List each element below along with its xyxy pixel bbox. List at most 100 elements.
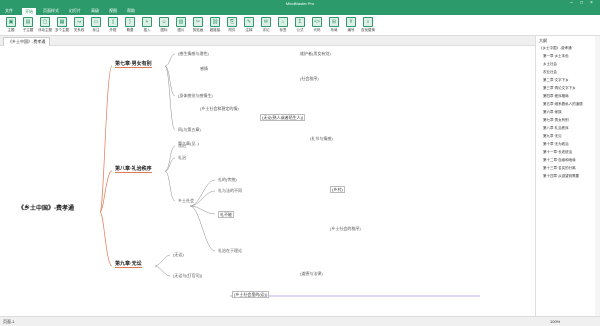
ribbon-button[interactable]: ▨ 图片 [173, 17, 189, 33]
outline-item[interactable]: 农业社会 [543, 70, 557, 75]
ch7-item-5[interactable]: (乡土社会和稳定的情) [200, 106, 239, 111]
ribbon-icon: } [125, 17, 135, 27]
ribbon-button[interactable]: ⌕ 查找替换 [360, 17, 376, 33]
ribbon-button[interactable]: ▤ 子主题 [20, 17, 36, 33]
menu-page-style[interactable]: 页面样式 [40, 8, 62, 14]
note-2[interactable]: (社会秩序) [300, 76, 319, 81]
ribbon-icon: ✎ [244, 17, 254, 27]
ribbon-icon: ⊞ [329, 17, 339, 27]
outline-item[interactable]: 第一章·乡土本色 [543, 54, 569, 59]
outline-item[interactable]: 第十三章·名实的分离 [543, 166, 576, 171]
ribbon-button[interactable]: + 插入 [139, 17, 155, 33]
zoom-level[interactable]: 100% [550, 319, 560, 324]
ch7-item-3[interactable]: 同(与第五章) [178, 127, 201, 132]
menu-start[interactable]: 开始 [22, 8, 36, 15]
ch7-item-2[interactable]: (身体感觉与感情生) [178, 93, 213, 98]
outline-item[interactable]: 《乡土中国》-费孝通 [539, 46, 572, 51]
ribbon-label: 评论 [262, 28, 270, 32]
note-6[interactable]: (道德与法律) [300, 271, 323, 276]
ch9-item-2[interactable]: (无讼与(打官司)) [173, 273, 202, 278]
ribbon-button[interactable]: ⎘ 附件 [224, 17, 240, 33]
ribbon-label: 标签 [279, 28, 287, 32]
ribbon-icon: ⌕ [363, 17, 373, 27]
outline-item[interactable]: 第六章·家族 [543, 110, 562, 115]
ribbon-button[interactable]: <> 代码 [309, 17, 325, 33]
mindmap-canvas[interactable]: 《乡土中国》-费孝通 第七章·男女有别 第八章·礼治秩序 第九章·无讼 (感生情… [0, 46, 535, 316]
ch9-item-1[interactable]: (无讼) [173, 252, 184, 257]
minimize-icon[interactable]: – [570, 0, 573, 6]
chapter-8-topic[interactable]: 第八章·礼治秩序 [115, 167, 152, 173]
menu-help[interactable]: 帮助 [124, 8, 138, 14]
document-tab-bar: 《乡土中国》-费孝通 [0, 36, 535, 46]
outline-item[interactable]: 第七章·男女有别 [543, 118, 569, 123]
ribbon-button[interactable]: ☺ 图标 [156, 17, 172, 33]
outline-item[interactable]: 乡土社会 [543, 62, 557, 67]
ribbon-icon: + [142, 17, 152, 27]
ribbon-label: 多个主题 [55, 28, 69, 32]
ribbon-button[interactable]: ▢ 浮动主题 [37, 17, 53, 33]
ch8-item-2[interactable]: 礼治 [178, 155, 186, 160]
menu-view[interactable]: 视图 [106, 8, 120, 14]
maximize-icon[interactable]: □ [580, 0, 583, 6]
ribbon-button[interactable]: ⊞ 布局 [326, 17, 342, 33]
outline-item[interactable]: 第三章·再论文字下乡 [543, 86, 576, 91]
menu-slides[interactable]: 幻灯片 [66, 8, 84, 14]
outline-item[interactable]: 第九章·无讼 [543, 134, 562, 139]
ribbon-icon: Σ [295, 17, 305, 27]
ch8-item-7[interactable]: 礼治在于理论 [218, 248, 242, 253]
ribbon-label: 附件 [228, 28, 236, 32]
ribbon-button[interactable]: } 概要 [122, 17, 138, 33]
ribbon-button[interactable]: # 编号 [343, 17, 359, 33]
ribbon-button[interactable]: ↝ 关系线 [71, 17, 87, 33]
note-1[interactable]: 维护者(男女有别) [300, 51, 331, 56]
ch7-item-4[interactable]: 感情 [200, 66, 208, 71]
chapter-7-topic[interactable]: 第七章·男女有别 [115, 62, 152, 68]
window-title: MindMaster Pro [285, 1, 315, 6]
ch7-item-1[interactable]: (感生情感与理性) [178, 51, 209, 56]
ribbon-label: 代码 [313, 28, 321, 32]
ribbon-button[interactable]: ⌂ 标签 [275, 17, 291, 33]
note-5[interactable]: (乡土社会的秩序) [330, 226, 361, 231]
ribbon-icon: ⎘ [227, 17, 237, 27]
outline-item[interactable]: 第十章·无为政治 [543, 142, 569, 147]
ribbon-button[interactable]: ✂ 剪贴画 [190, 17, 206, 33]
page-indicator[interactable]: 页面-1 [3, 319, 15, 325]
ribbon-button[interactable]: ▣ 主题 [3, 17, 19, 33]
ribbon-icon: ✉ [261, 17, 271, 27]
ribbon-button[interactable]: ▦ 多个主题 [54, 17, 70, 33]
chapter-9-topic[interactable]: 第九章·无讼 [115, 262, 142, 268]
root-topic[interactable]: 《乡土中国》-费孝通 [18, 206, 74, 212]
ch7-item-6[interactable]: (无论(熟人或者陌生人)) [260, 114, 306, 121]
ribbon-button[interactable]: ✉ 评论 [258, 17, 274, 33]
ribbon-icon: ▭ [91, 17, 101, 27]
close-icon[interactable]: × [590, 0, 593, 6]
ribbon-label: 布局 [330, 28, 338, 32]
note-4[interactable]: (乡村) [330, 186, 345, 193]
ribbon-button[interactable]: ▯ 外框 [105, 17, 121, 33]
ribbon-button[interactable]: Σ 公式 [292, 17, 308, 33]
outline-item[interactable]: 第十二章·血缘和地缘 [543, 158, 576, 163]
ch8-item-1[interactable]: 法治 [178, 143, 186, 148]
ribbon-toolbar: ▣ 主题 ▤ 子主题 ▢ 浮动主题 ▦ 多个主题 ↝ 关系线 ▭ 标注 ▯ 外框} 概要 + 插入 ☺ 图标 ▨ 图片 ✂… [0, 15, 600, 36]
outline-item[interactable]: 第八章·礼治秩序 [543, 126, 569, 131]
document-tab[interactable]: 《乡土中国》-费孝通 [3, 37, 51, 46]
menu-advanced[interactable]: 高级 [88, 8, 102, 14]
ribbon-label: 图片 [177, 28, 185, 32]
ch8-item-3[interactable]: 乡土社会 [178, 198, 194, 203]
ch8-item-5[interactable]: 礼与法的不同 [218, 188, 242, 193]
ch9-item-3[interactable]: (乡土社会里的(讼)) [232, 291, 270, 298]
ribbon-label: 查找替换 [361, 28, 375, 32]
menu-file[interactable]: 文件 [2, 8, 16, 14]
ribbon-button[interactable]: ▭ 标注 [88, 17, 104, 33]
ch8-item-6[interactable]: 礼不能 [218, 211, 234, 218]
outline-item[interactable]: 第四章·差序格局 [543, 94, 569, 99]
outline-item[interactable]: 第十四章·从欲望到需要 [543, 174, 579, 179]
outline-item[interactable]: 第十一章·长老统治 [543, 150, 572, 155]
ribbon-button[interactable]: ✎ 注释 [241, 17, 257, 33]
ribbon-label: 图标 [160, 28, 168, 32]
ch8-item-4[interactable]: 礼的(传统) [218, 177, 237, 182]
note-3[interactable]: (礼节与情感) [310, 136, 333, 141]
outline-item[interactable]: 第五章·维系着私人的道德 [543, 102, 583, 107]
outline-item[interactable]: 第二章·文字下乡 [543, 78, 569, 83]
ribbon-button[interactable]: ⛓ 超链接 [207, 17, 223, 33]
